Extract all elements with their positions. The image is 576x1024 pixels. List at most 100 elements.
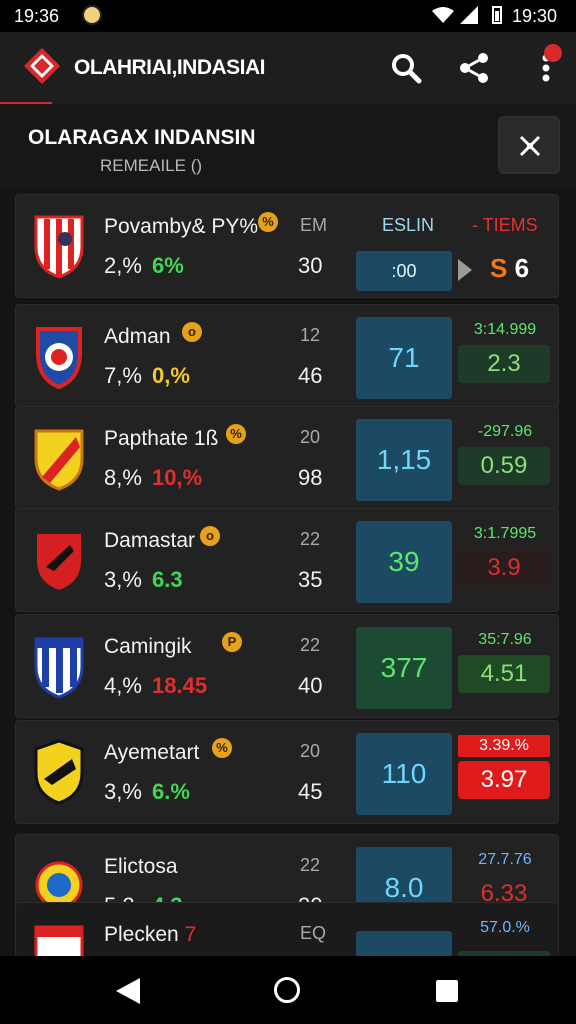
section-header: OLARAGAX INDANSIN REMEAILE () — [0, 104, 576, 190]
column-label: 20 — [300, 427, 321, 447]
stat-value: 45 — [298, 779, 323, 804]
team-crest-icon — [34, 637, 84, 699]
odds-button[interactable]: 3.97 — [458, 761, 550, 799]
stat-primary: 2,% — [104, 253, 142, 278]
odds-label: 3.39.% — [458, 735, 550, 757]
recent-apps-icon[interactable] — [436, 980, 458, 1002]
list-item[interactable]: Damastar o 3,% 6.3 22 35 39 3:1.7995 3.9 — [15, 508, 559, 612]
notification-icon — [82, 5, 102, 25]
status-time: 19:36 — [14, 6, 60, 26]
team-name: Ayemetart — [104, 741, 200, 764]
share-icon[interactable] — [456, 50, 492, 86]
odds-label: -297.96 — [477, 423, 533, 440]
team-name: Plecken 7 — [104, 923, 197, 946]
score-box[interactable]: 110 — [356, 733, 452, 815]
stat-secondary: 18.45 — [152, 673, 208, 698]
team-crest-icon — [34, 739, 84, 805]
stat-secondary: 6.% — [152, 779, 190, 804]
odds-label: 3:14.999 — [473, 321, 537, 338]
team-badge-icon: % — [258, 212, 278, 232]
score-box[interactable]: :00 — [356, 251, 452, 291]
column-label: EQ — [300, 923, 327, 943]
home-icon[interactable] — [274, 977, 300, 1003]
team-list: Povamby& PY% % 2,% 6% EM ESLIN - TIEMS 3… — [0, 190, 576, 956]
status-bar: 19:36 19:30 — [0, 0, 576, 32]
score-box[interactable]: 39 — [356, 521, 452, 603]
team-name: Papthate 1ß — [104, 427, 219, 450]
signal-icon — [460, 6, 478, 24]
team-name: Adman — [104, 325, 171, 348]
stat-value: 98 — [298, 465, 323, 490]
odds-button[interactable]: 0.59 — [458, 447, 550, 485]
trend-value: S 6 — [490, 253, 530, 283]
team-badge-icon: % — [226, 424, 246, 444]
list-item[interactable]: Ayemetart % 3,% 6.% 20 45 110 3.39.% 3.9… — [15, 720, 559, 824]
team-crest-icon — [34, 429, 84, 491]
odds-label: 57.0.% — [480, 919, 530, 936]
odds-label: 35:7.96 — [478, 631, 532, 648]
list-item[interactable]: Povamby& PY% % 2,% 6% EM ESLIN - TIEMS 3… — [15, 194, 559, 298]
column-label: 12 — [300, 325, 321, 345]
odds-button[interactable]: 2.3 — [458, 345, 550, 383]
team-name: Camingik — [104, 635, 192, 658]
team-badge-icon: o — [200, 526, 220, 546]
close-button[interactable] — [498, 116, 560, 174]
column-label-eslin: ESLIN — [382, 215, 435, 235]
column-label-em: EM — [300, 215, 327, 235]
column-label: 20 — [300, 741, 321, 761]
close-icon — [519, 135, 541, 157]
score-box[interactable]: 71 — [356, 317, 452, 399]
stat-secondary: 6.3 — [152, 567, 183, 592]
team-crest-icon — [34, 215, 84, 279]
stat-secondary: 10,% — [152, 465, 203, 490]
battery-icon — [492, 6, 502, 24]
play-arrow-icon — [458, 259, 472, 281]
team-badge-icon: % — [212, 738, 232, 758]
list-item[interactable]: Camingik P 4,% 18.45 22 40 377 35:7.96 4… — [15, 614, 559, 718]
column-label: 22 — [300, 855, 321, 875]
app-bar: OLAHRIAI,INDASIAI — [0, 32, 576, 104]
stat-secondary: 0,% — [152, 363, 190, 388]
team-badge-icon: P — [222, 632, 242, 652]
back-icon[interactable] — [116, 978, 140, 1004]
score-box[interactable]: 377 — [356, 627, 452, 709]
score-box[interactable] — [356, 931, 452, 956]
navigation-bar — [0, 956, 576, 1024]
notification-badge — [544, 44, 562, 62]
stat-value: 35 — [298, 567, 323, 592]
stat-primary: 8,% — [104, 465, 142, 490]
column-label-tiems: - TIEMS — [472, 215, 538, 235]
team-badge-icon: o — [182, 322, 202, 342]
team-name: Elictosa — [104, 855, 178, 878]
odds-button[interactable]: 3.9 — [458, 549, 550, 587]
stat-value: 40 — [298, 673, 323, 698]
list-item[interactable]: Plecken 7 EQ 57.0.% — [15, 902, 559, 956]
stat-value: 46 — [298, 363, 323, 388]
odds-label: 3:1.7995 — [473, 525, 537, 542]
status-clock: 19:30 — [512, 6, 558, 26]
section-subtitle: REMEAILE () — [100, 156, 203, 175]
list-item[interactable]: Papthate 1ß % 8,% 10,% 20 98 1,15 -297.9… — [15, 406, 559, 510]
team-crest-icon — [34, 925, 84, 956]
wifi-icon — [432, 7, 454, 23]
stat-secondary: 6% — [152, 253, 184, 278]
stat-primary: 3,% — [104, 567, 142, 592]
score-box[interactable]: 1,15 — [356, 419, 452, 501]
app-title: OLAHRIAI,INDASIAI — [74, 56, 266, 79]
stat-primary: 7,% — [104, 363, 142, 388]
team-crest-icon — [35, 532, 83, 593]
team-name: Povamby& PY% — [104, 215, 259, 238]
stat-primary: 4,% — [104, 673, 142, 698]
search-icon[interactable] — [388, 50, 424, 86]
section-title: OLARAGAX INDANSIN — [28, 126, 256, 149]
odds-button[interactable]: 4.51 — [458, 655, 550, 693]
stat-primary: 3,% — [104, 779, 142, 804]
team-crest-icon — [36, 327, 82, 389]
team-name: Damastar — [104, 529, 196, 552]
column-label: 22 — [300, 529, 321, 549]
list-item[interactable]: Adman o 7,% 0,% 12 46 71 3:14.999 2.3 — [15, 304, 559, 408]
odds-label: 27.7.76 — [478, 851, 532, 868]
stat-value: 30 — [298, 253, 323, 278]
column-label: 22 — [300, 635, 321, 655]
app-logo-icon — [24, 48, 60, 84]
